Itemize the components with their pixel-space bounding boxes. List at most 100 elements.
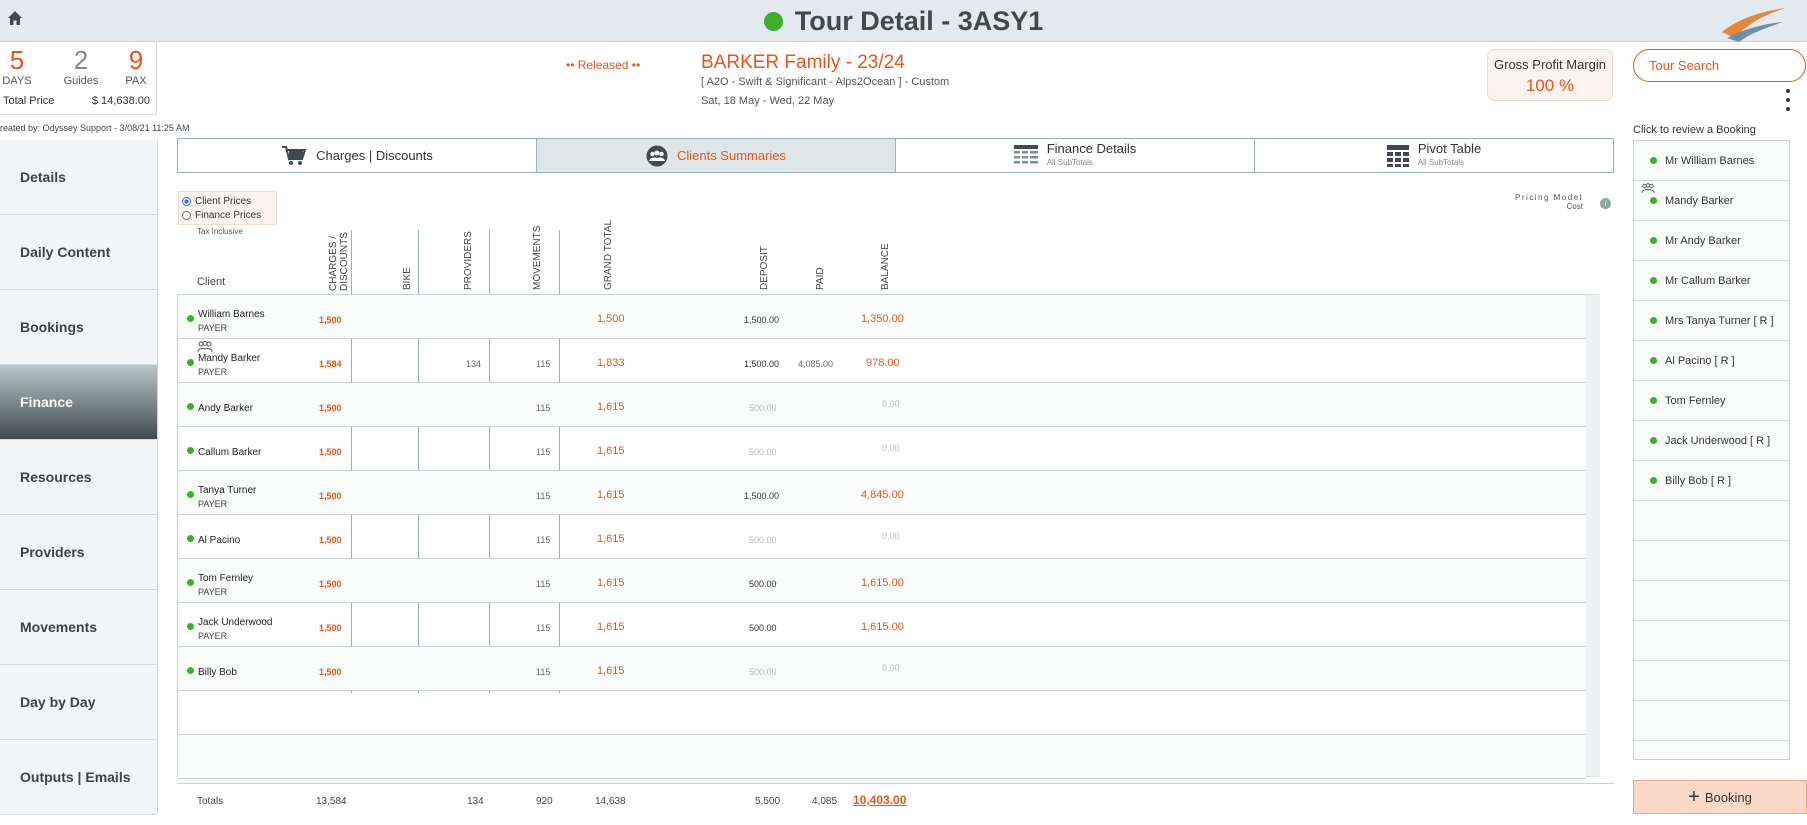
table-row[interactable]: Callum Barker 1,500 115 1,615 500.00 0.00 [178,427,1586,471]
deposit-value: 1,500.00 [744,315,780,325]
tab-charges-discounts[interactable]: Charges | Discounts [178,139,537,172]
booking-name: Tom Fernley [1665,394,1726,407]
clients-summary-grid: William Barnes PAYER 1,500 1,500 1,500.00 1,3… [177,294,1600,779]
finance-prices-radio[interactable] [182,210,191,220]
release-status: •• Released •• [566,58,641,72]
client-role: PAYER [198,499,228,509]
tour-search-input[interactable] [1633,49,1806,82]
more-menu-icon[interactable] [1783,89,1793,111]
booking-status-dot [1650,237,1657,244]
movements-value: 115 [536,535,551,545]
nav-movements[interactable]: Movements [0,590,157,665]
booking-status-dot [1650,197,1657,204]
table-row[interactable]: William Barnes PAYER 1,500 1,500 1,500.00 1,3… [178,295,1586,339]
balance-value: 1,615.00 [861,577,904,589]
balance-value: 0.00 [882,663,900,673]
column-header-charges: CHARGES / DISCOUNTS [328,232,350,291]
balance-value: 0.00 [882,443,900,453]
table-row[interactable]: Al Pacino 1,500 115 1,615 500.00 0.00 [178,515,1586,559]
booking-list-item[interactable]: Al Pacino [ R ] [1634,341,1789,381]
tab-pivot-sub: All SubTotals [1417,157,1465,167]
plus-icon: + [1688,786,1700,808]
balance-value: 1,615.00 [861,621,904,633]
tax-inclusive-label: Tax Inclusive [197,227,243,236]
booking-list-item[interactable]: Mr Callum Barker [1634,261,1789,301]
clients-group-icon [646,145,668,167]
totals-balance[interactable]: 10,403.00 [853,793,906,807]
client-name: Tom Fernley [198,573,254,584]
review-booking-label: Click to review a Booking [1633,124,1756,136]
finance-prices-label: Finance Prices [195,209,262,221]
deposit-value: 1,500.00 [744,491,780,501]
pax-count: 9 [128,45,144,75]
nav-bookings[interactable]: Bookings [0,290,157,365]
client-name: Callum Barker [198,447,262,458]
table-row[interactable]: Tanya Turner PAYER 1,500 115 1,615 1,500.00 4,… [178,471,1586,515]
charges-value: 1,500 [319,403,342,413]
booking-list-item[interactable]: Mandy Barker [1634,181,1789,221]
info-icon[interactable]: i [1600,198,1611,209]
nav-daily-content[interactable]: Daily Content [0,215,157,290]
finance-prices-option[interactable]: Finance Prices [182,208,273,222]
client-role: PAYER [198,587,228,597]
nav-outputs-emails[interactable]: Outputs | Emails [0,740,157,815]
client-status-dot [187,623,194,630]
tab-pivot-table[interactable]: Pivot Table All SubTotals [1255,139,1613,172]
table-row[interactable]: Jack Underwood PAYER 1,500 115 1,615 500.00 1,… [178,603,1586,647]
pivot-table-icon [1386,144,1409,167]
client-prices-option[interactable]: Client Prices [182,194,273,208]
pricing-model-value[interactable]: Cost [1515,202,1583,211]
charges-value: 1,500 [319,447,342,457]
tour-subtitle: [ A2O - Swift & Significant - Alps2Ocean… [701,76,950,88]
booking-list-item[interactable]: Mrs Tanya Turner [ R ] [1634,301,1789,341]
nav-providers[interactable]: Providers [0,515,157,590]
booking-list-item[interactable]: Mr Andy Barker [1634,221,1789,261]
booking-list-item[interactable]: Billy Bob [ R ] [1634,461,1789,501]
booking-status-dot [1650,357,1657,364]
table-row[interactable]: Tom Fernley PAYER 1,500 115 1,615 500.00 1,615… [178,559,1586,603]
totals-providers: 134 [467,796,484,807]
nav-details[interactable]: Details [0,140,157,215]
client-status-dot [187,359,194,366]
client-name: Andy Barker [198,403,254,414]
booking-list-items: Mr William Barnes Mandy Barker Mr Andy Bar… [1634,141,1789,741]
booking-list-item[interactable]: Mr William Barnes [1634,141,1789,181]
total-price-value: $ 14,638.00 [91,95,150,107]
booking-list-item[interactable]: Jack Underwood [ R ] [1634,421,1789,461]
totals-paid: 4,085 [812,796,838,807]
tour-name[interactable]: BARKER Family - 23/24 [701,52,905,74]
table-row[interactable]: Mandy Barker PAYER 1,584 134 115 1,833 1,500.0… [178,339,1586,383]
client-name: Al Pacino [198,535,241,546]
column-header-grand-total: GRAND TOTAL [603,219,614,290]
client-status-dot [187,579,194,586]
nav-resources[interactable]: Resources [0,440,157,515]
client-name: William Barnes [198,309,265,320]
deposit-value: 500.00 [749,535,777,545]
movements-value: 115 [536,667,551,677]
booking-status-dot [1650,277,1657,284]
gpm-label: Gross Profit Margin [1494,57,1606,72]
nav-day-by-day[interactable]: Day by Day [0,665,157,740]
empty-booking-slot [1634,701,1789,741]
tab-finance-details[interactable]: Finance Details All SubTotals [896,139,1255,172]
gpm-value: 100 % [1525,76,1575,95]
booking-name: Al Pacino [ R ] [1665,354,1735,367]
add-booking-button[interactable]: + Booking [1633,780,1807,814]
cart-icon [281,145,307,167]
guides-stat: 2 Guides [56,45,106,87]
column-header-movements: MOVEMENTS [532,225,543,290]
table-row[interactable]: Andy Barker 1,500 115 1,615 500.00 0.00 [178,383,1586,427]
empty-booking-slot [1634,621,1789,661]
nav-finance[interactable]: Finance [0,365,157,440]
empty-booking-slot [1634,661,1789,701]
booking-name: Mandy Barker [1665,194,1734,207]
client-prices-label: Client Prices [195,195,252,207]
client-prices-radio[interactable] [182,196,191,206]
deposit-value: 500.00 [749,447,777,457]
column-header-deposit: DEPOSIT [759,246,770,290]
booking-list-item[interactable]: Tom Fernley [1634,381,1789,421]
table-row[interactable]: Billy Bob 1,500 115 1,615 500.00 0.00 [178,647,1586,691]
booking-list: Mr William Barnes Mandy Barker Mr Andy Bar… [1633,140,1790,760]
client-role: PAYER [198,323,228,333]
tab-clients-summaries[interactable]: Clients Summaries [537,139,896,172]
